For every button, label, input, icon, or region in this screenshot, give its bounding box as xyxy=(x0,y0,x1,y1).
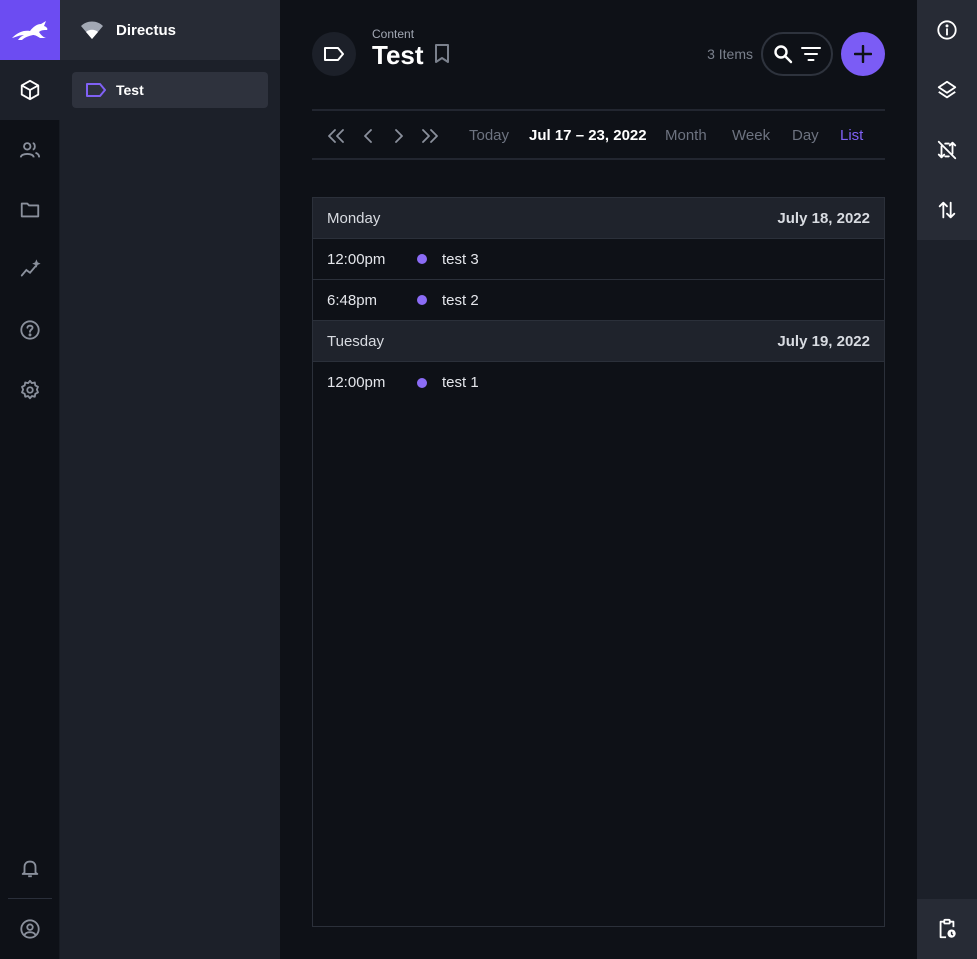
nav-item-label: Test xyxy=(116,82,144,98)
sync-disabled-icon xyxy=(937,140,957,160)
view-month-button[interactable]: Month xyxy=(665,127,707,144)
day-date[interactable]: July 18, 2022 xyxy=(777,210,870,227)
module-help[interactable] xyxy=(0,300,60,360)
event-dot xyxy=(417,377,427,388)
event-title[interactable]: test 2 xyxy=(442,292,479,309)
notifications-button[interactable] xyxy=(0,838,60,898)
prev-year-button[interactable] xyxy=(326,126,346,146)
view-week-button[interactable]: Week xyxy=(732,127,770,144)
sync-button[interactable] xyxy=(917,120,977,180)
event-time: 12:00pm xyxy=(327,374,386,391)
content-box-icon xyxy=(20,79,40,101)
layers-icon xyxy=(937,80,957,99)
view-day-button[interactable]: Day xyxy=(792,127,819,144)
module-users[interactable] xyxy=(0,120,60,180)
wifi-icon xyxy=(81,21,103,39)
bookmark-icon[interactable] xyxy=(434,44,450,64)
navigation-sidebar: Directus Test xyxy=(60,0,280,959)
layout-options-button[interactable] xyxy=(917,60,977,120)
activity-clipboard-icon xyxy=(939,918,956,939)
help-icon xyxy=(20,320,40,340)
day-name[interactable]: Tuesday xyxy=(327,333,384,350)
insights-icon xyxy=(20,259,41,277)
module-bar xyxy=(0,0,60,959)
label-icon xyxy=(324,47,344,61)
chevron-right-icon xyxy=(395,129,403,143)
day-name[interactable]: Monday xyxy=(327,210,380,227)
notifications-icon xyxy=(21,860,39,878)
activity-button[interactable] xyxy=(917,899,977,959)
chevron-left-icon xyxy=(364,129,372,143)
right-sidebar xyxy=(917,0,977,959)
import-export-button[interactable] xyxy=(917,180,977,240)
rabbit-logo-icon xyxy=(12,21,48,40)
today-button[interactable]: Today xyxy=(469,127,509,144)
users-icon xyxy=(19,142,41,158)
next-button[interactable] xyxy=(389,126,409,146)
day-header-tuesday: Tuesday July 19, 2022 xyxy=(313,321,884,362)
info-icon xyxy=(937,20,957,40)
module-files[interactable] xyxy=(0,180,60,240)
date-range: Jul 17 – 23, 2022 xyxy=(529,127,647,144)
prev-button[interactable] xyxy=(358,126,378,146)
module-insights[interactable] xyxy=(0,240,60,300)
day-header-monday: Monday July 18, 2022 xyxy=(313,198,884,239)
module-content[interactable] xyxy=(0,60,60,120)
double-chevron-left-icon xyxy=(328,129,344,143)
add-item-button[interactable] xyxy=(841,32,885,76)
event-dot xyxy=(417,254,427,264)
account-icon xyxy=(20,919,40,939)
event-title[interactable]: test 3 xyxy=(442,251,479,268)
event-row[interactable]: 6:48pm test 2 xyxy=(313,280,884,321)
calendar-list: Monday July 18, 2022 12:00pm test 3 6:48… xyxy=(312,197,885,927)
plus-icon xyxy=(854,45,872,63)
breadcrumb[interactable]: Content xyxy=(372,27,414,41)
import-export-icon xyxy=(938,201,956,219)
event-dot xyxy=(417,295,427,305)
event-time: 12:00pm xyxy=(327,250,386,268)
collection-icon-button[interactable] xyxy=(312,32,356,76)
directus-logo[interactable] xyxy=(0,0,60,60)
nav-item-test[interactable]: Test xyxy=(72,72,268,108)
settings-icon xyxy=(21,379,39,400)
project-header[interactable]: Directus xyxy=(60,0,280,60)
event-title[interactable]: test 1 xyxy=(442,374,479,391)
calendar-toolbar: Today Jul 17 – 23, 2022 Month Week Day L… xyxy=(312,109,885,160)
page-title: Test xyxy=(372,40,424,70)
event-time: 6:48pm xyxy=(327,291,378,309)
folder-icon xyxy=(20,202,40,218)
page-header: Content Test 3 Items xyxy=(312,24,885,84)
project-name: Directus xyxy=(116,21,177,39)
next-year-button[interactable] xyxy=(420,126,440,146)
item-count: 3 Items xyxy=(707,46,753,62)
account-button[interactable] xyxy=(0,899,60,959)
day-date[interactable]: July 19, 2022 xyxy=(777,333,870,350)
info-button[interactable] xyxy=(917,0,977,60)
search-filter-pill[interactable] xyxy=(761,32,833,76)
search-icon[interactable] xyxy=(773,44,793,64)
label-icon xyxy=(86,83,106,97)
event-row[interactable]: 12:00pm test 1 xyxy=(313,362,884,403)
view-list-button[interactable]: List xyxy=(840,127,863,144)
module-settings[interactable] xyxy=(0,360,60,420)
filter-icon[interactable] xyxy=(801,46,821,62)
double-chevron-right-icon xyxy=(422,129,438,143)
event-row[interactable]: 12:00pm test 3 xyxy=(313,239,884,280)
